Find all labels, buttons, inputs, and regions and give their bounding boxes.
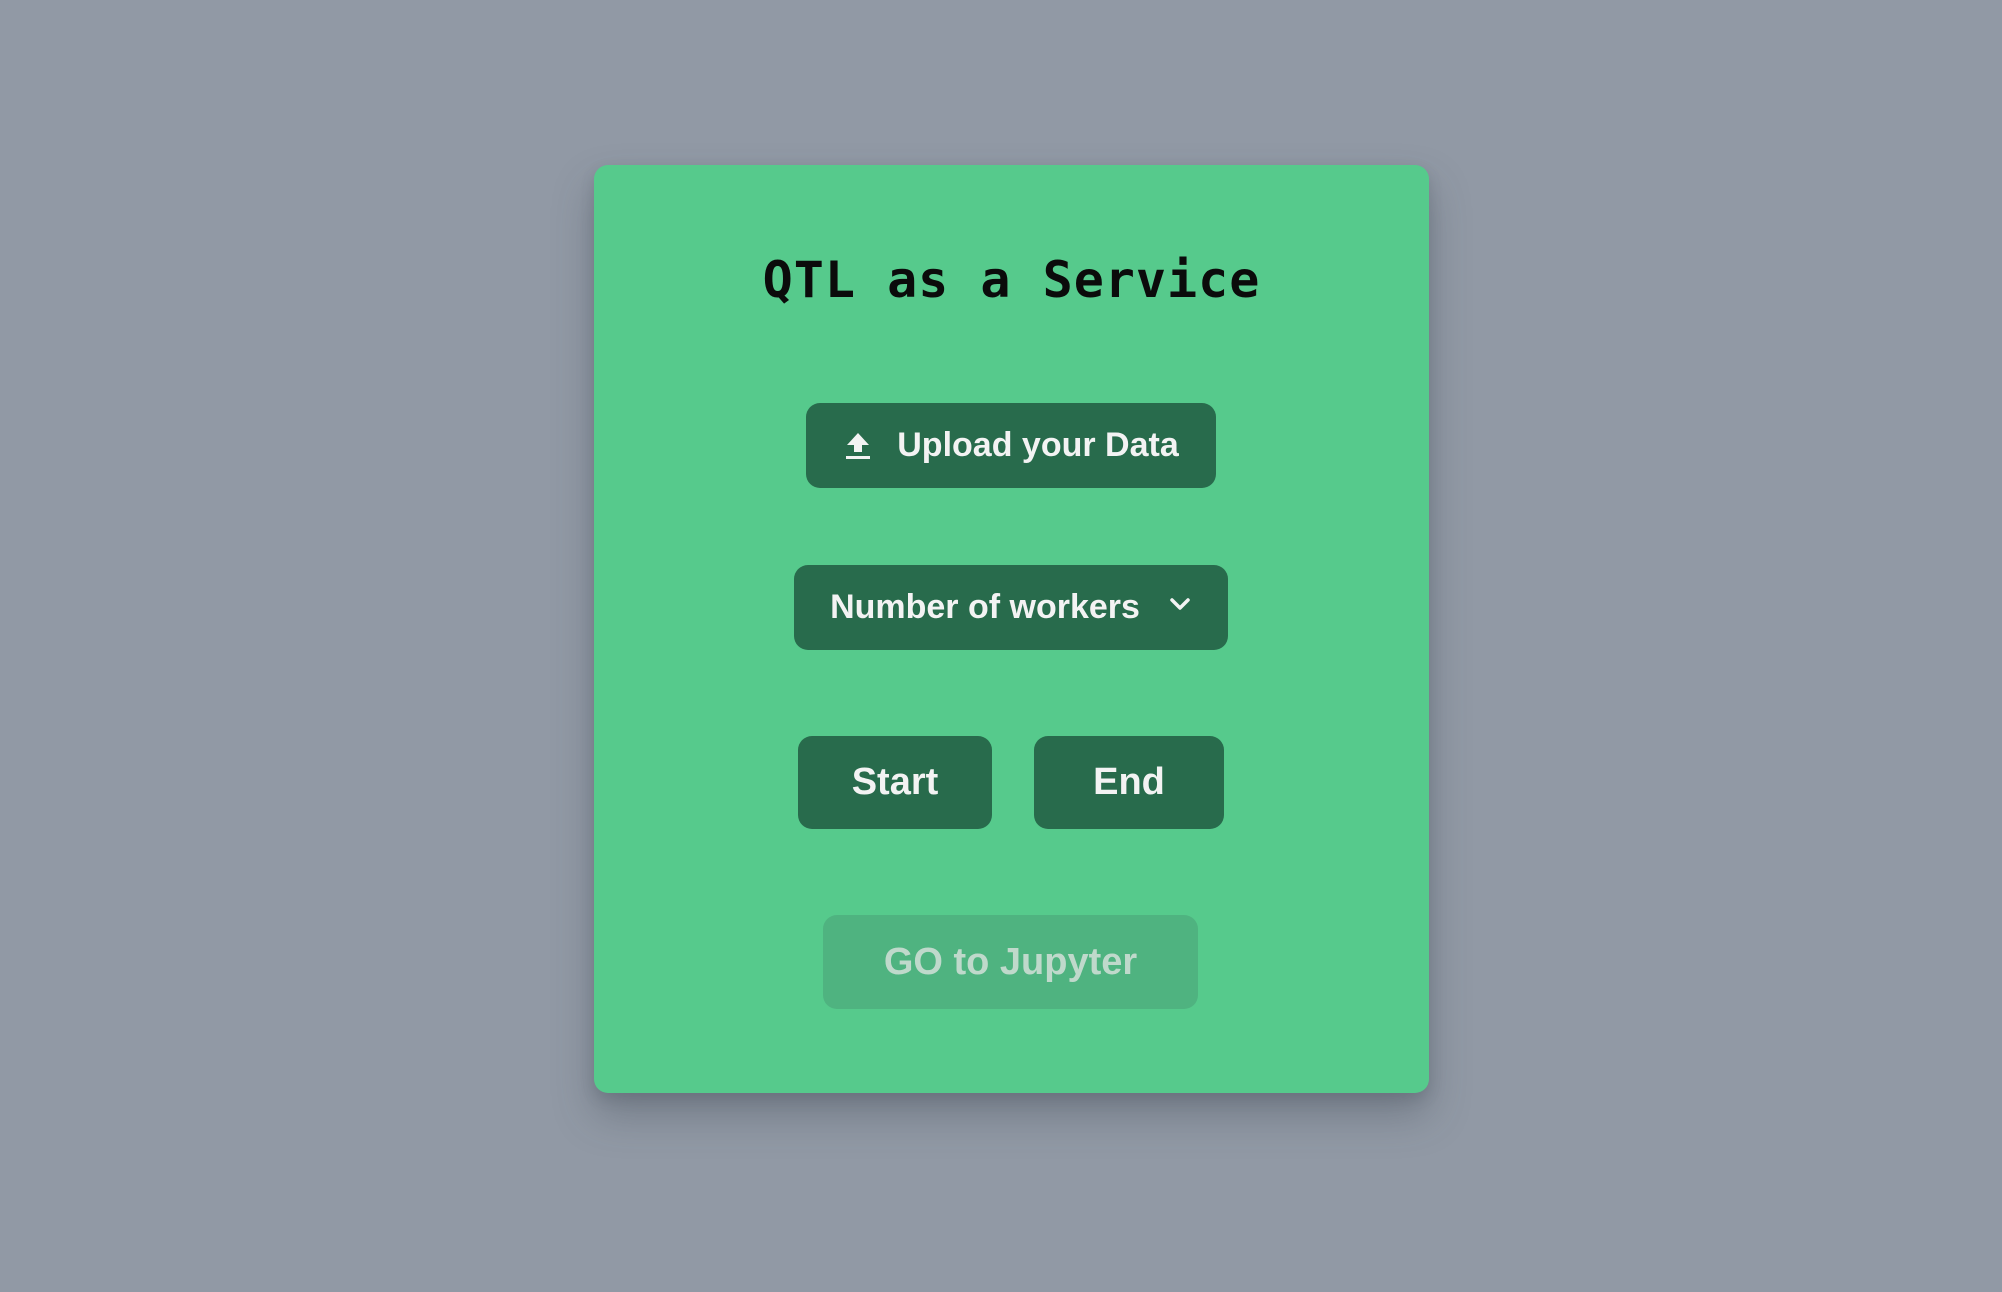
go-to-jupyter-label: GO to Jupyter [883, 940, 1138, 983]
chevron-down-icon [1168, 592, 1192, 616]
go-to-jupyter-button[interactable]: GO to Jupyter [823, 915, 1198, 1009]
end-button-label: End [1093, 761, 1165, 803]
upload-data-button[interactable]: Upload your Data [806, 403, 1216, 488]
start-button[interactable]: Start [798, 736, 992, 829]
upload-icon [843, 429, 873, 463]
end-button[interactable]: End [1034, 736, 1224, 829]
page-title: QTL as a Service [762, 251, 1261, 309]
main-card: QTL as a Service Upload your Data Number… [594, 165, 1429, 1093]
number-of-workers-label: Number of workers [830, 588, 1140, 626]
start-button-label: Start [851, 761, 939, 803]
number-of-workers-dropdown[interactable]: Number of workers [794, 565, 1228, 650]
upload-data-label: Upload your Data [897, 426, 1179, 464]
